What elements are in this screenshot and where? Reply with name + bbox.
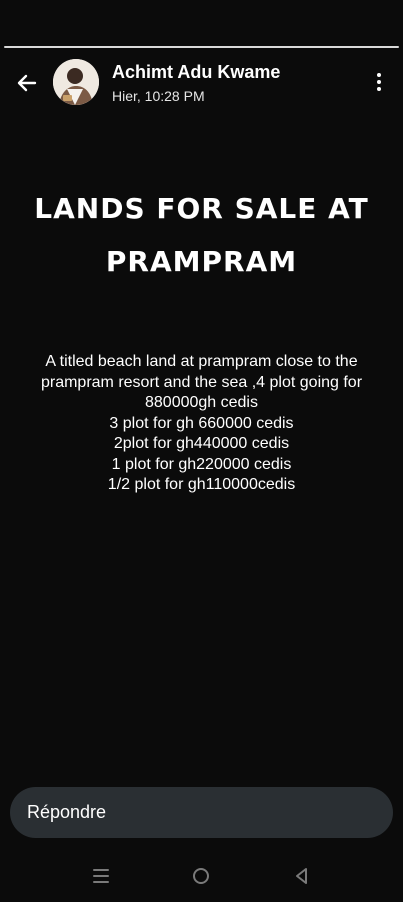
story-timestamp: Hier, 10:28 PM bbox=[112, 88, 205, 104]
avatar[interactable] bbox=[53, 59, 99, 105]
back-button[interactable] bbox=[12, 68, 42, 98]
menu-lines-icon bbox=[93, 869, 109, 883]
more-options-button[interactable] bbox=[369, 70, 389, 94]
reply-input[interactable]: Répondre bbox=[10, 787, 393, 838]
story-progress-bar bbox=[4, 46, 399, 48]
body-line: 880000gh cedis bbox=[145, 394, 258, 411]
triangle-back-icon bbox=[296, 868, 307, 884]
body-line: 1 plot for gh220000 cedis bbox=[111, 455, 292, 473]
headline-line: PRAMPRAM bbox=[105, 245, 298, 278]
avatar-photo bbox=[53, 59, 99, 105]
headline-line: LANDS FOR SALE AT bbox=[34, 192, 369, 225]
back-arrow-icon bbox=[17, 74, 37, 92]
system-navigation-bar bbox=[0, 852, 403, 902]
body-line: 2plot for gh440000 cedis bbox=[113, 435, 290, 452]
story-headline: LANDS FOR SALE AT PRAMPRAM bbox=[0, 182, 403, 288]
body-line: prampram resort and the sea ,4 plot goin… bbox=[40, 373, 363, 391]
more-vertical-icon bbox=[377, 73, 381, 77]
body-line: A titled beach land at prampram close to… bbox=[45, 353, 358, 370]
author-name[interactable]: Achimt Adu Kwame bbox=[112, 62, 280, 83]
circle-home-icon bbox=[193, 868, 209, 884]
reply-placeholder: Répondre bbox=[27, 802, 107, 822]
recents-button[interactable] bbox=[88, 863, 114, 889]
body-line: 3 plot for gh 660000 cedis bbox=[109, 414, 294, 432]
nav-back-button[interactable] bbox=[289, 863, 315, 889]
story-header: Achimt Adu Kwame Hier, 10:28 PM bbox=[0, 58, 403, 108]
body-line: 1/2 plot for gh110000cedis bbox=[107, 476, 296, 493]
home-button[interactable] bbox=[188, 863, 214, 889]
story-progress-segment bbox=[4, 46, 399, 48]
story-body: A titled beach land at prampram close to… bbox=[14, 352, 389, 496]
